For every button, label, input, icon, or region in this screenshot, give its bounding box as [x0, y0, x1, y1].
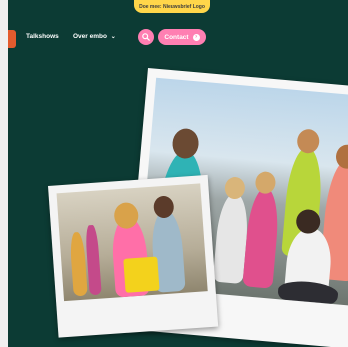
hallway-photo: [56, 183, 208, 302]
hero-section: Doe mee: Nieuwsbrief Logo Talkshows Over…: [8, 0, 348, 347]
nav-item-over-embo[interactable]: Over embo ⌄: [73, 33, 116, 40]
nav-item-label: Talkshows: [26, 33, 59, 40]
search-icon: [142, 33, 150, 41]
search-button[interactable]: [138, 29, 154, 45]
menu-tab[interactable]: [8, 30, 16, 48]
nav-item-talkshows[interactable]: Talkshows: [26, 33, 59, 40]
newsletter-banner-text: Doe mee: Nieuwsbrief Logo: [139, 3, 205, 10]
photo-frame-small: [48, 174, 219, 338]
contact-button[interactable]: Contact ›: [158, 29, 206, 45]
chevron-down-icon: ⌄: [110, 34, 116, 40]
nav-item-label: Over embo: [73, 33, 107, 40]
arrow-right-icon: ›: [192, 33, 200, 41]
newsletter-banner[interactable]: Doe mee: Nieuwsbrief Logo: [134, 0, 210, 13]
contact-label: Contact: [164, 33, 189, 41]
page-edge: [0, 0, 8, 347]
